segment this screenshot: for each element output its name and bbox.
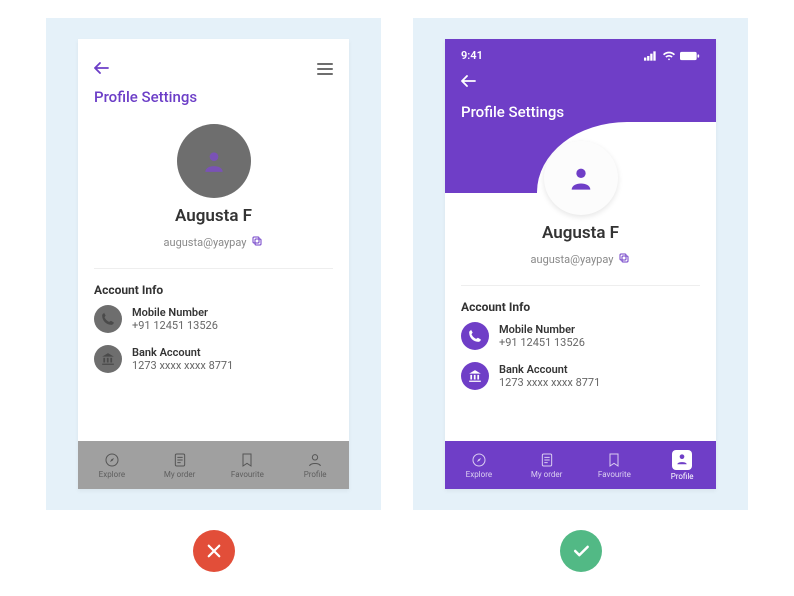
bank-row[interactable]: Bank Account 1273 xxxx xxxx 8771 [461, 362, 700, 390]
nav-order[interactable]: My order [146, 441, 214, 489]
mobile-label: Mobile Number [499, 323, 585, 336]
nav-profile-label: Profile [304, 470, 327, 479]
back-icon[interactable] [94, 59, 110, 78]
bottom-nav: Explore My order Favourite Profile [445, 441, 716, 489]
wifi-icon [662, 51, 676, 61]
order-icon [539, 452, 555, 468]
bookmark-icon [606, 452, 622, 468]
x-icon [205, 542, 223, 560]
nav-favourite-label: Favourite [231, 470, 264, 479]
nav-explore-label: Explore [99, 470, 125, 479]
nav-favourite-label: Favourite [598, 470, 631, 479]
bottom-nav: Explore My order Favourite Profile [78, 441, 349, 489]
good-example-container: 9:41 Profile Settings August [413, 18, 748, 572]
avatar[interactable] [177, 124, 251, 198]
phone-icon [94, 305, 122, 333]
page-title: Profile Settings [94, 88, 333, 106]
profile-name: Augusta F [94, 206, 333, 226]
bank-icon [94, 345, 122, 373]
nav-favourite[interactable]: Favourite [581, 441, 649, 489]
nav-explore[interactable]: Explore [445, 441, 513, 489]
status-bar: 9:41 [461, 49, 700, 62]
compass-icon [104, 452, 120, 468]
verdict-good-icon [560, 530, 602, 572]
mobile-row[interactable]: Mobile Number +91 12451 13526 [461, 322, 700, 350]
panel-left: Profile Settings Augusta F augusta@yaypa… [46, 18, 381, 510]
phone-icon [461, 322, 489, 350]
back-icon[interactable] [461, 72, 477, 91]
profile-email: augusta@yaypay [531, 253, 614, 266]
divider [461, 285, 700, 286]
bank-label: Bank Account [499, 363, 600, 376]
check-icon [571, 541, 591, 561]
nav-profile[interactable]: Profile [648, 441, 716, 489]
verdict-bad-icon [193, 530, 235, 572]
copy-icon[interactable] [251, 235, 263, 250]
phone-mockup-right: 9:41 Profile Settings August [445, 39, 716, 489]
nav-order-label: My order [531, 470, 562, 479]
mobile-label: Mobile Number [132, 306, 218, 319]
phone-mockup-left: Profile Settings Augusta F augusta@yaypa… [78, 39, 349, 489]
divider [94, 268, 333, 269]
nav-profile-label: Profile [671, 472, 694, 481]
bank-value: 1273 xxxx xxxx 8771 [132, 359, 233, 372]
menu-icon[interactable] [317, 63, 333, 75]
person-icon [201, 148, 227, 174]
panel-right: 9:41 Profile Settings August [413, 18, 748, 510]
profile-icon [675, 452, 689, 466]
profile-name: Augusta F [461, 223, 700, 243]
mobile-value: +91 12451 13526 [499, 336, 585, 349]
bookmark-icon [239, 452, 255, 468]
bank-label: Bank Account [132, 346, 233, 359]
bad-example-container: Profile Settings Augusta F augusta@yaypa… [46, 18, 381, 572]
nav-order[interactable]: My order [513, 441, 581, 489]
bank-value: 1273 xxxx xxxx 8771 [499, 376, 600, 389]
profile-email: augusta@yaypay [164, 236, 247, 249]
nav-explore[interactable]: Explore [78, 441, 146, 489]
bank-row[interactable]: Bank Account 1273 xxxx xxxx 8771 [94, 345, 333, 373]
bank-icon [461, 362, 489, 390]
account-info-heading: Account Info [461, 300, 700, 314]
nav-order-label: My order [164, 470, 195, 479]
signal-icon [644, 51, 658, 61]
battery-icon [680, 51, 700, 61]
nav-explore-label: Explore [466, 470, 492, 479]
account-info-heading: Account Info [94, 283, 333, 297]
nav-profile[interactable]: Profile [281, 441, 349, 489]
page-title: Profile Settings [461, 103, 700, 121]
mobile-value: +91 12451 13526 [132, 319, 218, 332]
compass-icon [471, 452, 487, 468]
profile-icon [307, 452, 323, 468]
mobile-row[interactable]: Mobile Number +91 12451 13526 [94, 305, 333, 333]
order-icon [172, 452, 188, 468]
copy-icon[interactable] [618, 252, 630, 267]
nav-favourite[interactable]: Favourite [214, 441, 282, 489]
status-time: 9:41 [461, 49, 483, 62]
avatar[interactable] [544, 141, 618, 215]
person-icon [567, 164, 595, 192]
